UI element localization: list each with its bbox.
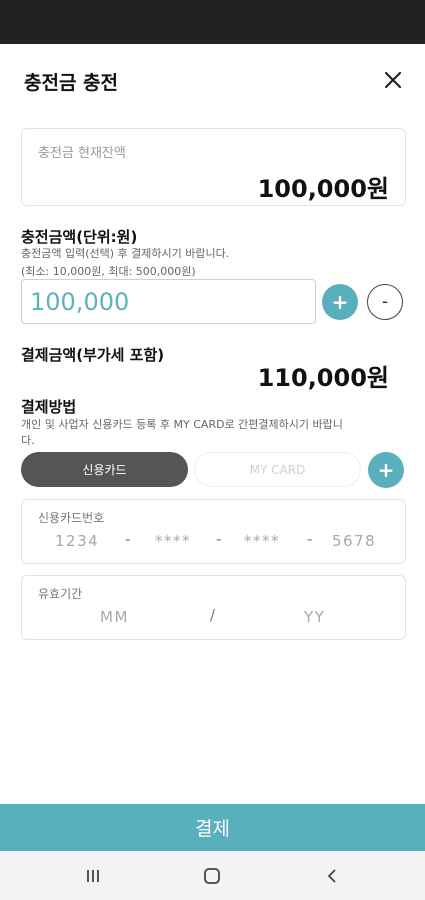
charge-hint: 충전금액 입력(선택) 후 결제하시기 바랍니다. bbox=[21, 247, 230, 260]
payment-amount-title: 결제금액(부가세 포함) bbox=[21, 346, 165, 364]
status-bar bbox=[0, 0, 425, 44]
recent-apps-button[interactable] bbox=[80, 863, 106, 889]
expiry-year-input[interactable]: YY bbox=[304, 608, 325, 626]
plus-icon: + bbox=[377, 458, 395, 482]
expiry-separator: / bbox=[210, 606, 216, 624]
card-number-separator: - bbox=[125, 530, 131, 548]
home-icon bbox=[204, 868, 220, 884]
credit-card-tab[interactable]: 신용카드 bbox=[21, 452, 188, 487]
payment-method-hint: 개인 및 사업자 신용카드 등록 후 MY CARD로 간편결제하시기 바랍니 bbox=[21, 418, 343, 431]
decrease-amount-button[interactable]: - bbox=[367, 284, 403, 320]
pay-button[interactable]: 결제 bbox=[0, 804, 425, 851]
balance-label: 충전금 현재잔액 bbox=[38, 146, 126, 161]
balance-card: 충전금 현재잔액 100,000원 bbox=[21, 128, 406, 206]
card-number-separator: - bbox=[216, 530, 222, 548]
balance-value: 100,000원 bbox=[257, 175, 389, 203]
card-number-segment-2[interactable]: **** bbox=[155, 532, 191, 550]
back-button[interactable] bbox=[319, 863, 345, 889]
increase-amount-button[interactable]: + bbox=[322, 284, 358, 320]
expiry-month-input[interactable]: MM bbox=[100, 608, 129, 626]
my-card-tab[interactable]: MY CARD bbox=[194, 452, 361, 487]
home-button[interactable] bbox=[199, 863, 225, 889]
card-number-segment-3[interactable]: **** bbox=[244, 532, 280, 550]
plus-icon: + bbox=[331, 290, 349, 314]
recent-apps-icon bbox=[87, 870, 99, 882]
charge-amount-input[interactable] bbox=[21, 279, 316, 324]
charge-limit-hint: (최소: 10,000원, 최대: 500,000원) bbox=[21, 265, 196, 278]
page-title: 충전금 충전 bbox=[24, 72, 119, 94]
back-icon bbox=[328, 869, 336, 883]
close-icon bbox=[384, 71, 402, 89]
card-number-segment-1[interactable]: 1234 bbox=[55, 532, 99, 550]
card-number-separator: - bbox=[307, 530, 313, 548]
system-nav-bar bbox=[0, 851, 425, 900]
header: 충전금 충전 bbox=[0, 44, 425, 116]
minus-icon: - bbox=[381, 291, 389, 312]
card-number-segment-4[interactable]: 5678 bbox=[332, 532, 376, 550]
expiry-label: 유효기간 bbox=[38, 587, 83, 601]
close-button[interactable] bbox=[379, 66, 407, 94]
expiry-field: 유효기간 MM / YY bbox=[21, 575, 406, 640]
add-card-button[interactable]: + bbox=[368, 452, 404, 488]
payment-amount-value: 110,000원 bbox=[257, 364, 389, 392]
payment-method-hint-cont: 다. bbox=[21, 434, 35, 447]
card-number-label: 신용카드번호 bbox=[38, 511, 105, 525]
payment-method-title: 결제방법 bbox=[21, 398, 77, 416]
charge-amount-title: 충전금액(단위:원) bbox=[21, 228, 138, 246]
card-number-field: 신용카드번호 1234 - **** - **** - 5678 bbox=[21, 499, 406, 564]
